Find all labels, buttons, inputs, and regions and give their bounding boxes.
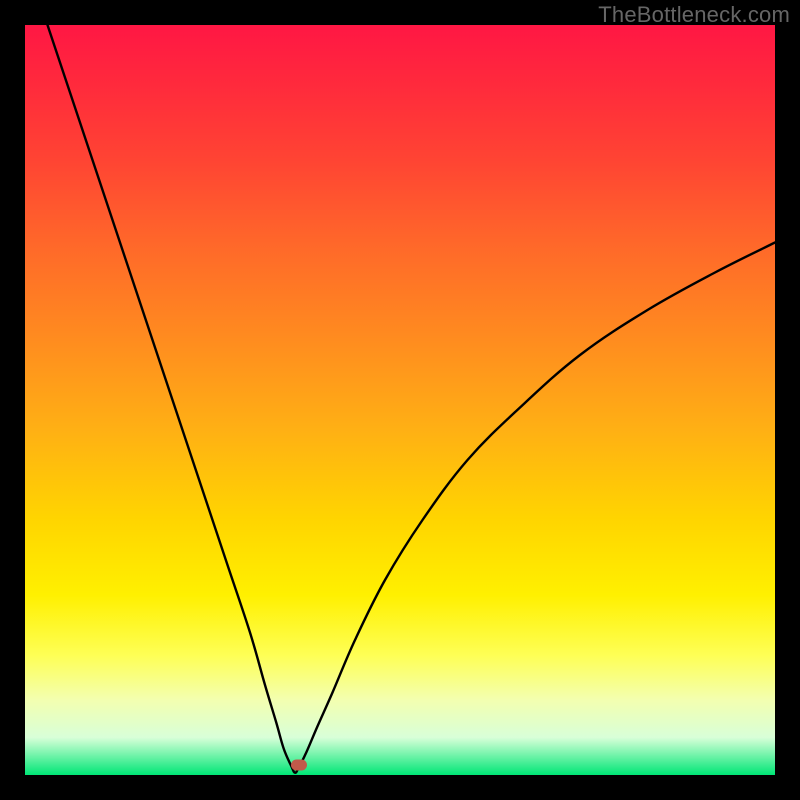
optimal-point-marker bbox=[291, 760, 307, 771]
watermark-text: TheBottleneck.com bbox=[598, 2, 790, 28]
chart-area bbox=[25, 25, 775, 775]
